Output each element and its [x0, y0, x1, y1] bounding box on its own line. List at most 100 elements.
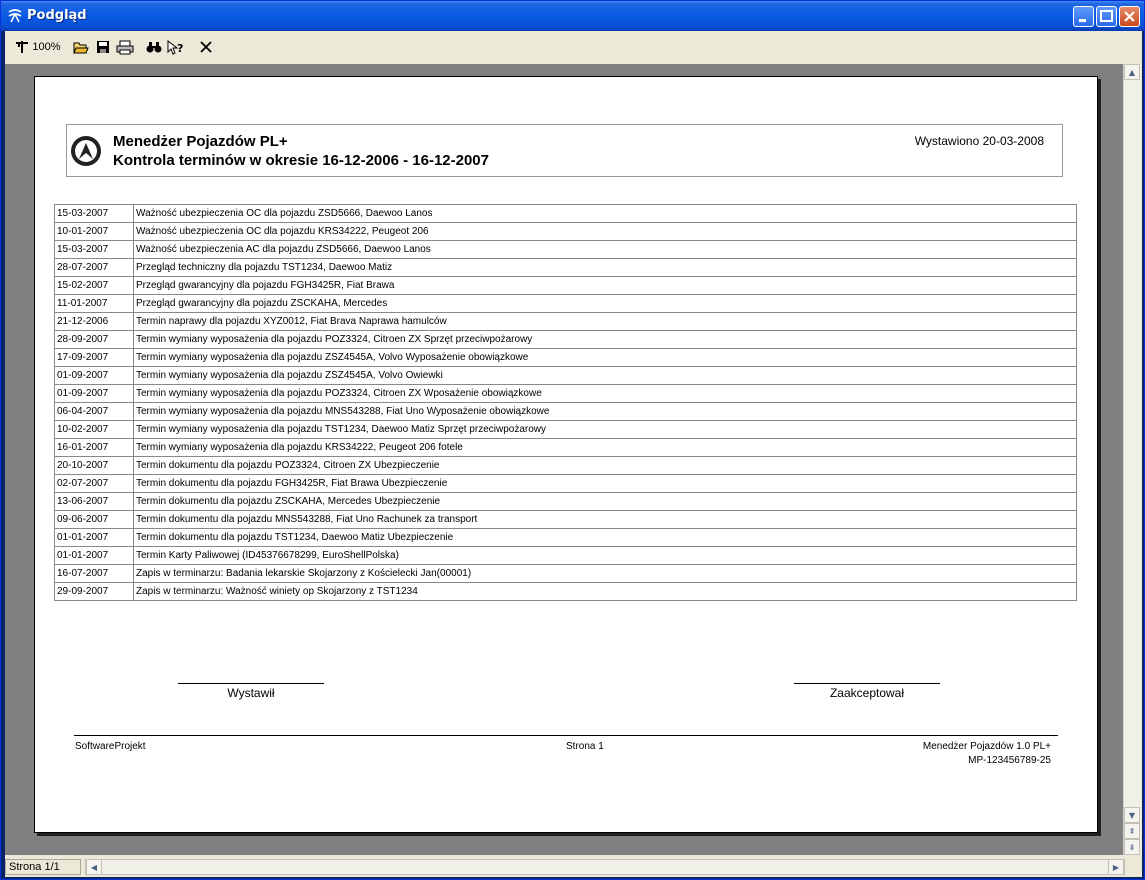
- find-button[interactable]: [145, 38, 163, 56]
- save-button[interactable]: [94, 38, 112, 56]
- client-area: 100% ? Menedżer Pojazdów PL+ Kontrola te…: [5, 31, 1142, 877]
- table-row: 01-01-2007 Termin Karty Paliwowej (ID4537…: [54, 546, 1077, 565]
- table-row: 29-09-2007 Zapis w terminarzu: Ważność wi…: [54, 582, 1077, 601]
- row-description: Termin wymiany wyposażenia dla pojazdu M…: [133, 402, 1077, 421]
- row-description: Termin wymiany wyposażenia dla pojazdu P…: [133, 384, 1077, 403]
- arrow-up-icon: ▲: [1128, 67, 1136, 77]
- zoom-button[interactable]: 100%: [13, 38, 63, 56]
- row-description: Ważność ubezpieczenia AC dla pojazdu ZSD…: [133, 240, 1077, 259]
- report-subtitle: Kontrola terminów w okresie 16-12-2006 -…: [113, 152, 489, 169]
- report-page: Menedżer Pojazdów PL+ Kontrola terminów …: [34, 76, 1098, 833]
- double-arrow-up-icon: ⇞: [1128, 826, 1136, 836]
- preview-window: Podgląd 100% ? Menedżer Pojazdów PL+ Kon…: [0, 0, 1145, 880]
- table-row: 01-01-2007 Termin dokumentu dla pojazdu T…: [54, 528, 1077, 547]
- scroll-right-button[interactable]: ▶: [1108, 859, 1124, 875]
- footer-divider: [74, 735, 1058, 736]
- close-preview-button[interactable]: [197, 38, 215, 56]
- row-date: 16-07-2007: [54, 564, 134, 583]
- row-description: Zapis w terminarzu: Ważność winiety op S…: [133, 582, 1077, 601]
- table-row: 11-01-2007 Przegląd gwarancyjny dla pojaz…: [54, 294, 1077, 313]
- find-icon: [146, 42, 162, 53]
- status-bar: Strona 1/1 ◀ ▶: [5, 857, 1142, 877]
- row-date: 21-12-2006: [54, 312, 134, 331]
- table-row: 28-09-2007 Termin wymiany wyposażenia dla…: [54, 330, 1077, 349]
- zoom-label: 100%: [32, 41, 61, 53]
- page-up-button[interactable]: ⇞: [1124, 823, 1140, 839]
- report-title: Menedżer Pojazdów PL+: [113, 133, 288, 150]
- table-row: 01-09-2007 Termin wymiany wyposażenia dla…: [54, 384, 1077, 403]
- row-description: Termin wymiany wyposażenia dla pojazdu K…: [133, 438, 1077, 457]
- row-date: 01-09-2007: [54, 384, 134, 403]
- row-description: Termin dokumentu dla pojazdu TST1234, Da…: [133, 528, 1077, 547]
- open-button[interactable]: [72, 38, 90, 56]
- row-description: Ważność ubezpieczenia OC dla pojazdu KRS…: [133, 222, 1077, 241]
- row-date: 28-09-2007: [54, 330, 134, 349]
- row-description: Przegląd techniczny dla pojazdu TST1234,…: [133, 258, 1077, 277]
- row-date: 10-02-2007: [54, 420, 134, 439]
- print-icon: [116, 40, 134, 54]
- maximize-button[interactable]: [1096, 6, 1117, 27]
- row-description: Termin Karty Paliwowej (ID45376678299, E…: [133, 546, 1077, 565]
- issued-by-signature: Wystawił: [178, 683, 324, 700]
- footer-serial: MP-123456789-25: [968, 755, 1051, 766]
- close-window-button[interactable]: [1119, 6, 1140, 27]
- double-arrow-down-icon: ⇟: [1128, 842, 1136, 852]
- save-icon: [97, 41, 109, 53]
- scroll-down-button[interactable]: ▼: [1124, 807, 1140, 823]
- help-button[interactable]: ?: [166, 38, 186, 56]
- title-bar[interactable]: Podgląd: [1, 1, 1144, 31]
- row-description: Termin dokumentu dla pojazdu POZ3324, Ci…: [133, 456, 1077, 475]
- table-row: 09-06-2007 Termin dokumentu dla pojazdu M…: [54, 510, 1077, 529]
- row-date: 28-07-2007: [54, 258, 134, 277]
- row-date: 15-03-2007: [54, 204, 134, 223]
- row-date: 01-01-2007: [54, 528, 134, 547]
- table-row: 06-04-2007 Termin wymiany wyposażenia dla…: [54, 402, 1077, 421]
- row-date: 15-02-2007: [54, 276, 134, 295]
- row-description: Termin naprawy dla pojazdu XYZ0012, Fiat…: [133, 312, 1077, 331]
- print-button[interactable]: [115, 38, 135, 56]
- table-row: 15-03-2007 Ważność ubezpieczenia AC dla p…: [54, 240, 1077, 259]
- vertical-scrollbar[interactable]: ▲ ▼ ⇞ ⇟: [1123, 64, 1141, 855]
- table-row: 10-01-2007 Ważność ubezpieczenia OC dla p…: [54, 222, 1077, 241]
- row-description: Termin wymiany wyposażenia dla pojazdu T…: [133, 420, 1077, 439]
- table-row: 01-09-2007 Termin wymiany wyposażenia dla…: [54, 366, 1077, 385]
- row-description: Termin dokumentu dla pojazdu ZSCKAHA, Me…: [133, 492, 1077, 511]
- row-date: 17-09-2007: [54, 348, 134, 367]
- arrow-left-icon: ◀: [90, 862, 98, 872]
- scroll-left-button[interactable]: ◀: [86, 859, 102, 875]
- arrow-down-icon: ▼: [1128, 810, 1136, 820]
- row-date: 16-01-2007: [54, 438, 134, 457]
- accepted-by-signature: Zaakceptował: [794, 683, 940, 700]
- horizontal-scrollbar[interactable]: ◀ ▶: [85, 859, 1125, 875]
- issue-date: Wystawiono 20-03-2008: [914, 134, 1044, 148]
- row-description: Przegląd gwarancyjny dla pojazdu FGH3425…: [133, 276, 1077, 295]
- row-date: 15-03-2007: [54, 240, 134, 259]
- table-row: 20-10-2007 Termin dokumentu dla pojazdu P…: [54, 456, 1077, 475]
- table-row: 13-06-2007 Termin dokumentu dla pojazdu Z…: [54, 492, 1077, 511]
- minimize-icon: [1079, 19, 1086, 22]
- help-icon: ?: [167, 39, 183, 55]
- row-date: 20-10-2007: [54, 456, 134, 475]
- table-row: 16-01-2007 Termin wymiany wyposażenia dla…: [54, 438, 1077, 457]
- table-row: 15-03-2007 Ważność ubezpieczenia OC dla p…: [54, 204, 1077, 223]
- table-row: 21-12-2006 Termin naprawy dla pojazdu XYZ…: [54, 312, 1077, 331]
- preview-area[interactable]: Menedżer Pojazdów PL+ Kontrola terminów …: [5, 64, 1123, 855]
- row-date: 01-09-2007: [54, 366, 134, 385]
- close-icon: [1124, 11, 1135, 22]
- row-date: 13-06-2007: [54, 492, 134, 511]
- arrow-right-icon: ▶: [1112, 862, 1120, 872]
- svg-text:?: ?: [177, 42, 183, 55]
- minimize-button[interactable]: [1073, 6, 1094, 27]
- zoom-icon: [16, 41, 29, 53]
- report-header: Menedżer Pojazdów PL+ Kontrola terminów …: [66, 124, 1063, 177]
- page-down-button[interactable]: ⇟: [1124, 839, 1140, 855]
- row-date: 02-07-2007: [54, 474, 134, 493]
- row-date: 10-01-2007: [54, 222, 134, 241]
- footer-page-number: Strona 1: [566, 741, 604, 752]
- scroll-up-button[interactable]: ▲: [1124, 64, 1140, 80]
- row-description: Termin wymiany wyposażenia dla pojazdu Z…: [133, 366, 1077, 385]
- row-description: Przegląd gwarancyjny dla pojazdu ZSCKAHA…: [133, 294, 1077, 313]
- table-row: 16-07-2007 Zapis w terminarzu: Badania le…: [54, 564, 1077, 583]
- table-row: 17-09-2007 Termin wymiany wyposażenia dla…: [54, 348, 1077, 367]
- window-title: Podgląd: [27, 8, 87, 23]
